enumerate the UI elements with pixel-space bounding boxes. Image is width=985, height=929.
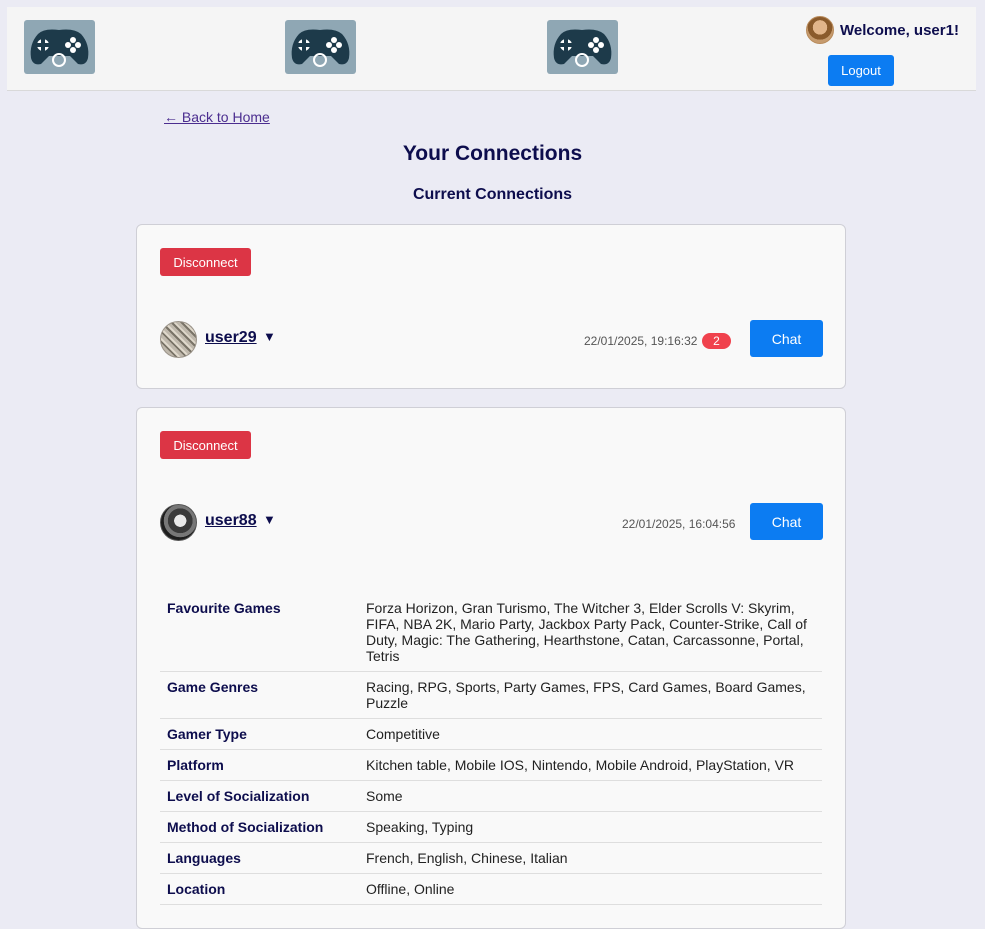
- last-message-timestamp: 22/01/2025, 16:04:56: [622, 517, 736, 531]
- connection-card: Disconnect user29 ▼ 22/01/2025, 19:16:32…: [136, 224, 846, 389]
- unread-count-badge: 2: [702, 333, 731, 349]
- detail-value: Offline, Online: [359, 873, 822, 905]
- connection-card: Disconnect user88 ▼ 22/01/2025, 16:04:56…: [136, 407, 846, 929]
- username-link[interactable]: user29: [205, 329, 257, 347]
- detail-key: Platform: [160, 749, 359, 781]
- username-link[interactable]: user88: [205, 512, 257, 530]
- detail-value: Speaking, Typing: [359, 811, 822, 843]
- top-header: Welcome, user1! Logout: [7, 7, 976, 91]
- disconnect-button[interactable]: Disconnect: [160, 248, 251, 276]
- detail-value: Some: [359, 780, 822, 812]
- expand-caret-icon[interactable]: ▼: [263, 329, 276, 344]
- table-row: Game Genres Racing, RPG, Sports, Party G…: [160, 671, 822, 719]
- detail-key: Game Genres: [160, 671, 359, 719]
- detail-key: Gamer Type: [160, 718, 359, 750]
- expand-caret-icon[interactable]: ▼: [263, 512, 276, 527]
- table-row: Method of Socialization Speaking, Typing: [160, 811, 822, 843]
- welcome-text: Welcome, user1!: [840, 22, 959, 39]
- detail-key: Method of Socialization: [160, 811, 359, 843]
- detail-value: French, English, Chinese, Italian: [359, 842, 822, 874]
- detail-key: Languages: [160, 842, 359, 874]
- detail-key: Favourite Games: [160, 593, 359, 672]
- user-area: Welcome, user1! Logout: [803, 16, 959, 86]
- user-avatar[interactable]: [806, 16, 834, 44]
- detail-key: Location: [160, 873, 359, 905]
- connection-row: user88 ▼ 22/01/2025, 16:04:56 Chat: [160, 503, 823, 541]
- table-row: Languages French, English, Chinese, Ital…: [160, 842, 822, 874]
- detail-value: Forza Horizon, Gran Turismo, The Witcher…: [359, 593, 822, 672]
- table-row: Favourite Games Forza Horizon, Gran Turi…: [160, 593, 822, 672]
- gamepad-logo-icon[interactable]: [24, 20, 95, 74]
- avatar[interactable]: [160, 504, 197, 541]
- page-title: Your Connections: [402, 142, 583, 165]
- detail-key: Level of Socialization: [160, 780, 359, 812]
- section-title: Current Connections: [412, 186, 573, 203]
- detail-value: Kitchen table, Mobile IOS, Nintendo, Mob…: [359, 749, 822, 781]
- detail-value: Competitive: [359, 718, 822, 750]
- connection-row: user29 ▼ 22/01/2025, 19:16:32 2 Chat: [160, 320, 823, 358]
- avatar[interactable]: [160, 321, 197, 358]
- back-to-home-link[interactable]: ← Back to Home: [164, 109, 270, 125]
- chat-button[interactable]: Chat: [750, 320, 823, 357]
- gamepad-logo-icon[interactable]: [285, 20, 356, 74]
- chat-button[interactable]: Chat: [750, 503, 823, 540]
- table-row: Gamer Type Competitive: [160, 718, 822, 750]
- profile-details-table: Favourite Games Forza Horizon, Gran Turi…: [160, 593, 822, 905]
- gamepad-logo-icon[interactable]: [547, 20, 618, 74]
- table-row: Level of Socialization Some: [160, 780, 822, 812]
- logout-button[interactable]: Logout: [828, 55, 894, 86]
- table-row: Platform Kitchen table, Mobile IOS, Nint…: [160, 749, 822, 781]
- disconnect-button[interactable]: Disconnect: [160, 431, 251, 459]
- detail-value: Racing, RPG, Sports, Party Games, FPS, C…: [359, 671, 822, 719]
- last-message-timestamp: 22/01/2025, 19:16:32: [584, 334, 698, 348]
- table-row: Location Offline, Online: [160, 873, 822, 905]
